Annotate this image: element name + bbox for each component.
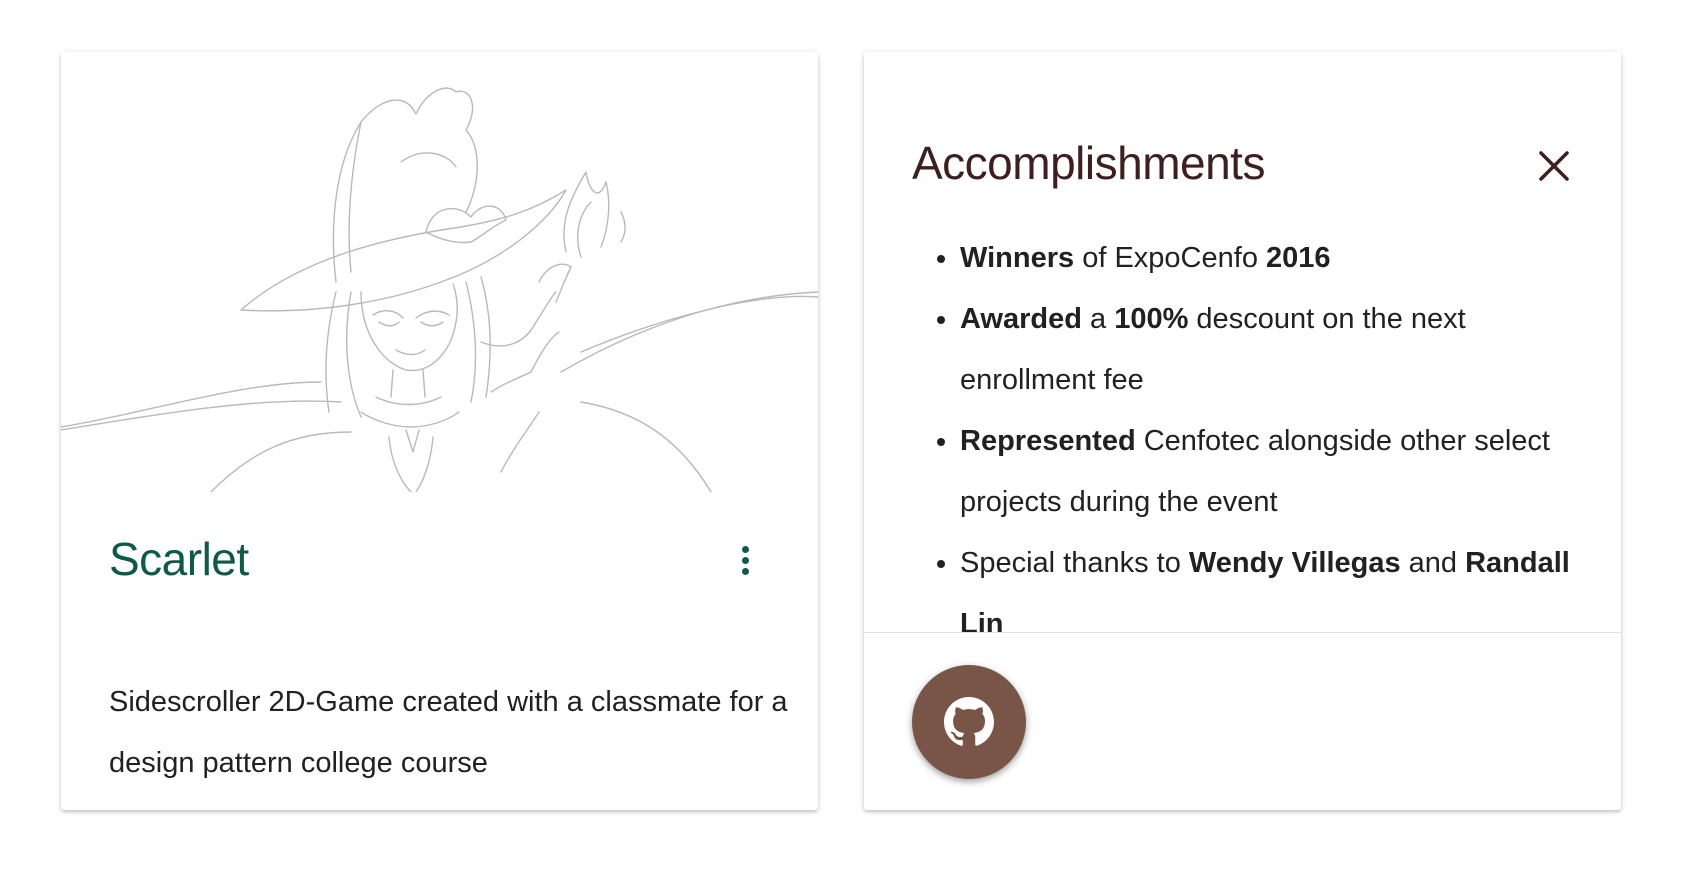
card-divider — [864, 632, 1621, 633]
more-vert-icon[interactable] — [721, 528, 769, 592]
close-button[interactable] — [1530, 142, 1578, 190]
card-title[interactable]: Scarlet — [109, 532, 249, 587]
accomplishments-list: Winners of ExpoCenfo 2016Awarded a 100% … — [912, 228, 1600, 655]
list-item-bold-text: 2016 — [1266, 242, 1331, 274]
list-item-bold-text: Represented — [960, 425, 1136, 457]
list-item: Winners of ExpoCenfo 2016 — [960, 228, 1600, 289]
card-image[interactable] — [61, 52, 818, 492]
list-item-text: of ExpoCenfo — [1074, 242, 1266, 274]
accomplishments-card: Accomplishments Winners of ExpoCenfo 201… — [864, 52, 1621, 810]
list-item-text: a — [1081, 303, 1115, 335]
list-item-text: Special thanks to — [960, 547, 1189, 579]
close-icon — [1539, 151, 1569, 181]
list-item-text: and — [1400, 547, 1466, 579]
reveal-title: Accomplishments — [912, 137, 1265, 189]
card-description: Sidescroller 2D-Game created with a clas… — [109, 686, 788, 779]
menu-dot — [741, 545, 749, 553]
list-item-bold-text: Winners — [960, 242, 1075, 274]
menu-dot — [741, 567, 749, 575]
project-card: Scarlet Sidescroller 2D-Game created wit… — [61, 52, 818, 810]
list-item: Represented Cenfotec alongside other sel… — [960, 411, 1600, 533]
witch-sketch-image — [61, 87, 818, 492]
list-item-bold-text: Awarded — [960, 303, 1082, 335]
list-item-bold-text: Wendy Villegas — [1188, 547, 1401, 579]
github-button[interactable] — [912, 665, 1026, 779]
list-item: Special thanks to Wendy Villegas and Ran… — [960, 533, 1600, 655]
page: Scarlet Sidescroller 2D-Game created wit… — [0, 0, 1690, 880]
list-item-bold-text: 100% — [1114, 303, 1189, 335]
menu-dot — [741, 556, 749, 564]
list-item: Awarded a 100% descount on the next enro… — [960, 289, 1600, 411]
github-icon — [944, 697, 994, 746]
